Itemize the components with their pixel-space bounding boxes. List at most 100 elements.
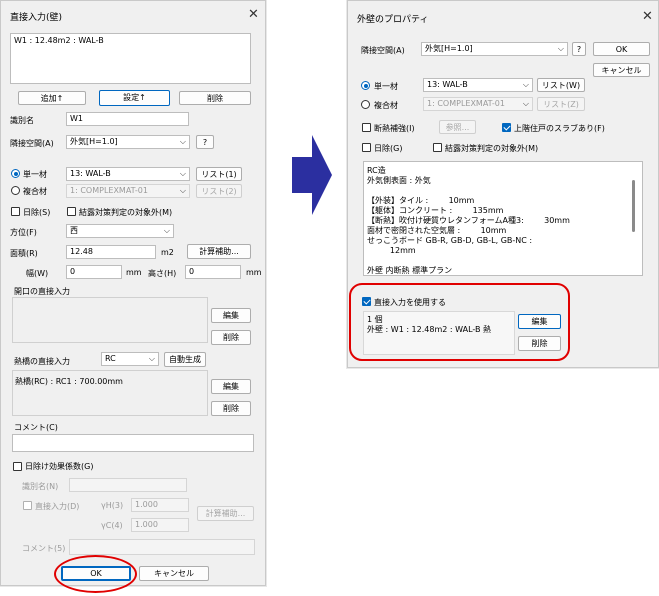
- gamma-calc-button[interactable]: 計算補助...: [197, 506, 254, 521]
- input-list-textarea[interactable]: W1 : 12.48m2 : WAL-B: [10, 33, 251, 84]
- upper-slab-label: 上階住戸のスラブあり(F): [514, 124, 605, 133]
- opening-list[interactable]: [12, 297, 208, 343]
- insulation-label: 断熱補強(I): [374, 124, 415, 133]
- description-line: 12mm: [367, 246, 416, 255]
- direct-input-dialog: 直接入力(壁) ✕ W1 : 12.48m2 : WAL-B 追加↑ 設定↑ 削…: [0, 0, 266, 586]
- width-input[interactable]: 0: [66, 265, 122, 279]
- chevron-down-icon: ⌵: [148, 354, 155, 363]
- composite-material-select[interactable]: 1: COMPLEXMAT-01 ⌵: [66, 184, 190, 198]
- id2-label: 識別名(N): [22, 482, 59, 491]
- gamma-h-input[interactable]: 1.000: [131, 498, 189, 512]
- condensation-exclude-checkbox[interactable]: [433, 143, 442, 152]
- transition-arrow-icon: [292, 135, 332, 215]
- adjacent-space-select[interactable]: 外気[H=1.0] ⌵: [66, 135, 190, 149]
- shade-label: 日除(S): [23, 208, 51, 217]
- composite-material-value: 1: COMPLEXMAT-01: [70, 186, 148, 195]
- chevron-down-icon: ⌵: [179, 137, 186, 146]
- list-1-button[interactable]: リスト(1): [196, 167, 242, 181]
- cancel-button[interactable]: キャンセル: [139, 566, 209, 581]
- direct-input-highlight: [349, 283, 570, 361]
- shade-label: 日除(G): [374, 144, 403, 153]
- adjacent-space-value: 外気[H=1.0]: [425, 44, 473, 53]
- comment-label: コメント(C): [14, 423, 58, 432]
- cancel-button[interactable]: キャンセル: [593, 63, 650, 77]
- id2-input[interactable]: [69, 478, 187, 492]
- close-icon[interactable]: ✕: [642, 10, 653, 23]
- construction-description[interactable]: RC造 外気側表面 : 外気 【外装】タイル : 10mm 【躯体】コンクリート…: [363, 161, 643, 276]
- direct-input-label: 直接入力(D): [35, 502, 80, 511]
- thermal-bridge-label: 熱橋の直接入力: [14, 357, 70, 366]
- thermal-delete-button[interactable]: 削除: [211, 401, 251, 416]
- scrollbar[interactable]: [632, 180, 635, 232]
- add-button[interactable]: 追加↑: [18, 91, 86, 105]
- chevron-down-icon: ⌵: [557, 44, 564, 53]
- description-line: 【断熱】吹付け硬質ウレタンフォームA種3: 30mm: [367, 216, 570, 225]
- comment2-input[interactable]: [69, 539, 255, 555]
- description-line: [367, 186, 639, 196]
- composite-material-value: 1: COMPLEXMAT-01: [427, 99, 505, 108]
- upper-slab-checkbox[interactable]: [502, 123, 511, 132]
- single-material-value: 13: WAL-B: [70, 169, 111, 178]
- chevron-down-icon: ⌵: [179, 186, 186, 195]
- delete-button[interactable]: 削除: [179, 91, 251, 105]
- description-line: せっこうボード GB-R, GB-D, GB-L, GB-NC :: [367, 236, 533, 245]
- list-2-button[interactable]: リスト(2): [196, 184, 242, 198]
- direction-select[interactable]: 西 ⌵: [66, 224, 174, 238]
- composite-material-radio[interactable]: [11, 186, 20, 195]
- adjacent-space-label: 隣接空間(A): [10, 139, 54, 148]
- list-w-button[interactable]: リスト(W): [537, 78, 585, 92]
- thermal-bridge-item[interactable]: 熱橋(RC) : RC1 : 700.00mm: [15, 376, 123, 387]
- single-material-select[interactable]: 13: WAL-B ⌵: [423, 78, 533, 92]
- ok-button[interactable]: OK: [593, 42, 650, 56]
- input-list-item[interactable]: W1 : 12.48m2 : WAL-B: [14, 36, 104, 45]
- id-input[interactable]: W1: [66, 112, 189, 126]
- condensation-exclude-label: 結露対策判定の対象外(M): [445, 144, 539, 153]
- single-material-value: 13: WAL-B: [427, 80, 468, 89]
- shade-checkbox[interactable]: [11, 207, 20, 216]
- area-calc-button[interactable]: 計算補助...: [187, 244, 251, 259]
- description-line: 【外装】タイル : 10mm: [367, 196, 475, 205]
- adjacent-space-value: 外気[H=1.0]: [70, 137, 118, 146]
- thermal-bridge-list[interactable]: 熱橋(RC) : RC1 : 700.00mm: [12, 370, 208, 416]
- direction-label: 方位(F): [10, 228, 37, 237]
- opening-edit-button[interactable]: 編集: [211, 308, 251, 323]
- composite-material-radio[interactable]: [361, 100, 370, 109]
- shade-effect-checkbox[interactable]: [13, 462, 22, 471]
- reference-button[interactable]: 参照...: [439, 120, 476, 134]
- opening-delete-button[interactable]: 削除: [211, 330, 251, 345]
- description-line: 外気側表面 : 外気: [367, 176, 431, 185]
- opening-label: 開口の直接入力: [14, 287, 70, 296]
- composite-material-label: 複合材: [23, 187, 47, 196]
- auto-generate-button[interactable]: 自動生成: [164, 352, 206, 367]
- help-button[interactable]: ?: [572, 42, 586, 56]
- description-line: [367, 256, 639, 266]
- height-input[interactable]: 0: [185, 265, 241, 279]
- condensation-exclude-checkbox[interactable]: [67, 207, 76, 216]
- area-unit: m2: [161, 248, 174, 257]
- dialog-title: 外壁のプロパティ: [357, 15, 429, 25]
- area-label: 面積(R): [10, 249, 38, 258]
- direction-value: 西: [70, 226, 78, 235]
- composite-material-select[interactable]: 1: COMPLEXMAT-01 ⌵: [423, 97, 533, 111]
- thermal-bridge-select[interactable]: RC ⌵: [101, 352, 159, 366]
- gamma-c-input[interactable]: 1.000: [131, 518, 189, 532]
- help-button[interactable]: ?: [196, 135, 214, 149]
- area-input[interactable]: 12.48: [66, 245, 156, 259]
- single-material-label: 単一材: [23, 170, 47, 179]
- close-icon[interactable]: ✕: [248, 8, 259, 21]
- description-line: 外壁 内断熱 標準プラン: [367, 266, 453, 275]
- list-z-button[interactable]: リスト(Z): [537, 97, 585, 111]
- ok-highlight-ellipse: [54, 555, 137, 593]
- description-line: RC造: [367, 166, 386, 175]
- single-material-radio[interactable]: [11, 169, 20, 178]
- adjacent-space-select[interactable]: 外気[H=1.0] ⌵: [421, 42, 568, 56]
- set-button[interactable]: 設定↑: [99, 90, 170, 106]
- single-material-radio[interactable]: [361, 81, 370, 90]
- shade-checkbox[interactable]: [362, 143, 371, 152]
- single-material-select[interactable]: 13: WAL-B ⌵: [66, 167, 190, 181]
- insulation-checkbox[interactable]: [362, 123, 371, 132]
- comment-input[interactable]: [12, 434, 254, 452]
- direct-input-checkbox[interactable]: [23, 501, 32, 510]
- thermal-edit-button[interactable]: 編集: [211, 379, 251, 394]
- comment2-label: コメント(5): [22, 544, 66, 553]
